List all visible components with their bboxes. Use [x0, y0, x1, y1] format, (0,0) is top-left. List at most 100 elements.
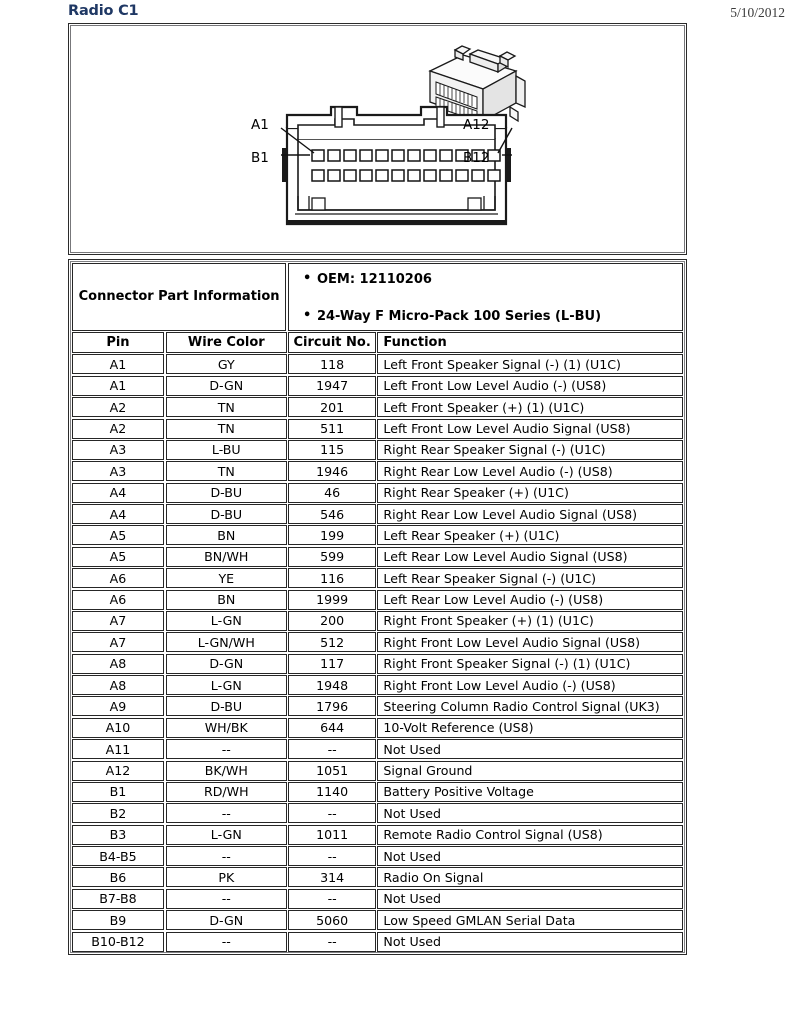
connector-drawing-svg: [280, 45, 526, 226]
cell-wire-color: D-GN: [165, 375, 287, 396]
table-row: A11 -- -- Not Used: [71, 739, 684, 760]
cell-circuit-no: 116: [288, 568, 376, 589]
table-body: A1 GY 118 Left Front Speaker Signal (-) (1)…: [71, 354, 684, 953]
pin-label-a12: A12: [463, 117, 490, 133]
cell-function: Radio On Signal: [377, 867, 684, 888]
cell-wire-color: D-GN: [165, 910, 287, 931]
cell-circuit-no: 1796: [288, 696, 376, 717]
connector-part-information-label: Connector Part Information: [71, 262, 287, 331]
cell-pin: A8: [71, 653, 165, 674]
column-header-function: Function: [377, 332, 684, 354]
cell-circuit-no: 46: [288, 482, 376, 503]
table-row: B1 RD/WH 1140 Battery Positive Voltage: [71, 781, 684, 802]
cell-pin: B2: [71, 803, 165, 824]
cell-pin: A11: [71, 739, 165, 760]
connector-diagram-frame: A1 B1 A12 B12: [68, 23, 687, 255]
cell-pin: A1: [71, 375, 165, 396]
cell-circuit-no: 115: [288, 439, 376, 460]
cell-circuit-no: 199: [288, 525, 376, 546]
cell-pin: B7-B8: [71, 888, 165, 909]
cell-pin: A4: [71, 504, 165, 525]
cell-pin: B4-B5: [71, 846, 165, 867]
cell-wire-color: L-GN: [165, 675, 287, 696]
table-row: B6 PK 314 Radio On Signal: [71, 867, 684, 888]
cell-circuit-no: 1011: [288, 824, 376, 845]
cell-pin: B10-B12: [71, 931, 165, 952]
cell-pin: A3: [71, 461, 165, 482]
cell-function: Right Rear Speaker Signal (-) (U1C): [377, 439, 684, 460]
table-header-row: Pin Wire Color Circuit No. Function: [71, 331, 684, 354]
cell-wire-color: BN/WH: [165, 546, 287, 567]
pin-label-b12: B12: [463, 150, 490, 166]
cell-function: Steering Column Radio Control Signal (UK…: [377, 696, 684, 717]
cell-wire-color: YE: [165, 568, 287, 589]
table-row: A6 BN 1999 Left Rear Low Level Audio (-) (U…: [71, 589, 684, 610]
cell-pin: B9: [71, 910, 165, 931]
cell-function: Right Front Low Level Audio (-) (US8): [377, 675, 684, 696]
cell-function: Not Used: [377, 846, 684, 867]
page-title: Radio C1: [68, 3, 139, 19]
connector-part-information-row: Connector Part Information OEM: 12110206…: [71, 262, 684, 331]
table-row: A3 L-BU 115 Right Rear Speaker Signal (-) (…: [71, 439, 684, 460]
cell-pin: A12: [71, 760, 165, 781]
cell-function: Left Rear Speaker (+) (U1C): [377, 525, 684, 546]
cell-pin: A5: [71, 525, 165, 546]
cell-function: Left Rear Low Level Audio Signal (US8): [377, 546, 684, 567]
cell-circuit-no: 201: [288, 397, 376, 418]
table-row: B4-B5 -- -- Not Used: [71, 845, 684, 867]
cell-pin: A7: [71, 610, 165, 631]
cell-wire-color: --: [165, 888, 287, 909]
cell-function: Right Front Speaker (+) (1) (U1C): [377, 610, 684, 631]
table-row: A4 D-BU 546 Right Rear Low Level Audio Sign…: [71, 503, 684, 525]
cell-circuit-no: --: [288, 739, 376, 760]
cell-wire-color: D-BU: [165, 482, 287, 503]
cell-function: Left Rear Speaker Signal (-) (U1C): [377, 568, 684, 589]
cell-function: Right Front Low Level Audio Signal (US8): [377, 632, 684, 653]
table-row: A4 D-BU 46 Right Rear Speaker (+) (U1C): [71, 482, 684, 503]
cell-circuit-no: 314: [288, 867, 376, 888]
cell-wire-color: D-BU: [165, 696, 287, 717]
table-row: A3 TN 1946 Right Rear Low Level Audio (-) (…: [71, 461, 684, 482]
column-header-pin: Pin: [71, 332, 165, 354]
cell-function: Right Rear Low Level Audio Signal (US8): [377, 504, 684, 525]
pin-assignment-table: Connector Part Information OEM: 12110206…: [68, 259, 687, 956]
cell-circuit-no: 1947: [288, 375, 376, 396]
cell-pin: A8: [71, 675, 165, 696]
cell-circuit-no: 511: [288, 418, 376, 439]
column-header-circuit-no: Circuit No.: [288, 332, 376, 354]
connector-diagram: A1 B1 A12 B12: [69, 24, 688, 256]
cell-circuit-no: 644: [288, 717, 376, 738]
cell-wire-color: L-GN: [165, 610, 287, 631]
cell-function: Left Rear Low Level Audio (-) (US8): [377, 589, 684, 610]
cell-wire-color: BN: [165, 589, 287, 610]
table-row: A8 D-GN 117 Right Front Speaker Signal (-) …: [71, 653, 684, 674]
cell-function: Right Rear Speaker (+) (U1C): [377, 482, 684, 503]
oem-part-number: OEM: 12110206: [303, 271, 432, 287]
cell-pin: B1: [71, 781, 165, 802]
cell-circuit-no: --: [288, 931, 376, 952]
cell-function: Left Front Low Level Audio (-) (US8): [377, 375, 684, 396]
document-date: 5/10/2012: [730, 5, 785, 20]
cell-pin: A2: [71, 418, 165, 439]
cell-function: 10-Volt Reference (US8): [377, 717, 684, 738]
pin-label-a1: A1: [251, 117, 269, 133]
table-row: A1 GY 118 Left Front Speaker Signal (-) (1)…: [71, 354, 684, 375]
cell-circuit-no: 512: [288, 632, 376, 653]
column-header-wire-color: Wire Color: [165, 332, 287, 354]
table-row: A5 BN/WH 599 Left Rear Low Level Audio Sign…: [71, 546, 684, 567]
cell-pin: B6: [71, 867, 165, 888]
cell-circuit-no: 200: [288, 610, 376, 631]
table-row: A12 BK/WH 1051 Signal Ground: [71, 760, 684, 781]
cell-wire-color: --: [165, 931, 287, 952]
cell-wire-color: L-GN: [165, 824, 287, 845]
cell-pin: A5: [71, 546, 165, 567]
connector-part-information-values: OEM: 12110206 24-Way F Micro-Pack 100 Se…: [287, 262, 684, 331]
cell-wire-color: TN: [165, 418, 287, 439]
cell-circuit-no: 599: [288, 546, 376, 567]
cell-wire-color: --: [165, 739, 287, 760]
cell-wire-color: TN: [165, 461, 287, 482]
cell-wire-color: L-GN/WH: [165, 632, 287, 653]
table-row: A5 BN 199 Left Rear Speaker (+) (U1C): [71, 525, 684, 546]
cell-wire-color: WH/BK: [165, 717, 287, 738]
cell-circuit-no: 1999: [288, 589, 376, 610]
